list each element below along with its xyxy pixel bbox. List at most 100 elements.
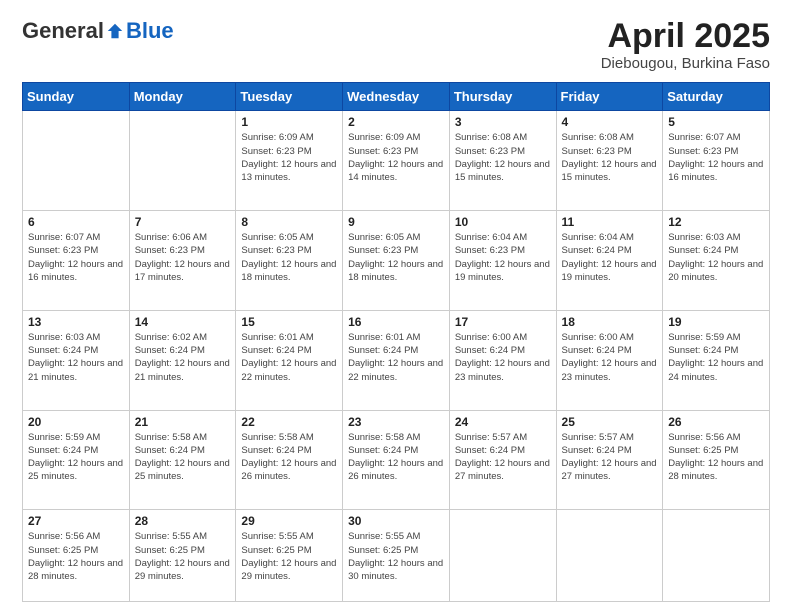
day-number: 6	[28, 215, 124, 229]
day-number: 9	[348, 215, 444, 229]
calendar-cell: 17Sunrise: 6:00 AM Sunset: 6:24 PM Dayli…	[449, 310, 556, 410]
weekday-header: Friday	[556, 83, 663, 111]
day-info: Sunrise: 6:01 AM Sunset: 6:24 PM Dayligh…	[348, 331, 444, 384]
calendar-cell: 19 Sunrise: 5:59 AM Sunset: 6:24 PM Dayli…	[663, 310, 770, 410]
calendar-cell: 16 Sunrise: 6:01 AM Sunset: 6:24 PM Dayli…	[343, 310, 450, 410]
calendar-cell: 13Sunrise: 6:03 AM Sunset: 6:24 PM Dayli…	[23, 310, 130, 410]
header: General Blue April 2025 Diebougou, Burki…	[22, 18, 770, 72]
day-number: 12	[668, 215, 764, 229]
day-number: 29	[241, 514, 337, 528]
day-info: Sunrise: 6:05 AM Sunset: 6:23 PM Dayligh…	[241, 231, 337, 284]
calendar-cell: 4 Sunrise: 6:08 AM Sunset: 6:23 PM Daylig…	[556, 111, 663, 211]
calendar-cell: 22 Sunrise: 5:58 AM Sunset: 6:24 PM Dayli…	[236, 410, 343, 510]
day-info: Sunrise: 6:08 AM Sunset: 6:23 PM Dayligh…	[455, 131, 551, 184]
logo-icon	[106, 22, 124, 40]
calendar-cell: 26 Sunrise: 5:56 AM Sunset: 6:25 PM Dayli…	[663, 410, 770, 510]
calendar-cell: 15 Sunrise: 6:01 AM Sunset: 6:24 PM Dayli…	[236, 310, 343, 410]
logo: General Blue	[22, 18, 174, 44]
day-info: Sunrise: 5:57 AM Sunset: 6:24 PM Dayligh…	[562, 431, 658, 484]
day-info: Sunrise: 5:56 AM Sunset: 6:25 PM Dayligh…	[28, 530, 124, 583]
day-number: 13	[28, 315, 124, 329]
month-title: April 2025	[601, 18, 770, 55]
day-number: 17	[455, 315, 551, 329]
day-number: 1	[241, 115, 337, 129]
day-number: 27	[28, 514, 124, 528]
day-info: Sunrise: 5:55 AM Sunset: 6:25 PM Dayligh…	[348, 530, 444, 583]
day-number: 18	[562, 315, 658, 329]
day-info: Sunrise: 5:57 AM Sunset: 6:24 PM Dayligh…	[455, 431, 551, 484]
calendar-cell: 21 Sunrise: 5:58 AM Sunset: 6:24 PM Dayli…	[129, 410, 236, 510]
day-number: 26	[668, 415, 764, 429]
logo-general-text: General	[22, 18, 104, 44]
calendar-cell: 7Sunrise: 6:06 AM Sunset: 6:23 PM Daylig…	[129, 211, 236, 311]
day-number: 22	[241, 415, 337, 429]
weekday-header: Thursday	[449, 83, 556, 111]
day-number: 8	[241, 215, 337, 229]
day-info: Sunrise: 5:58 AM Sunset: 6:24 PM Dayligh…	[241, 431, 337, 484]
day-number: 19	[668, 315, 764, 329]
calendar-cell	[556, 510, 663, 602]
day-info: Sunrise: 6:06 AM Sunset: 6:23 PM Dayligh…	[135, 231, 231, 284]
logo-blue-text: Blue	[126, 18, 174, 44]
calendar-cell: 2 Sunrise: 6:09 AM Sunset: 6:23 PM Daylig…	[343, 111, 450, 211]
calendar-cell: 9 Sunrise: 6:05 AM Sunset: 6:23 PM Daylig…	[343, 211, 450, 311]
day-info: Sunrise: 5:58 AM Sunset: 6:24 PM Dayligh…	[135, 431, 231, 484]
day-number: 4	[562, 115, 658, 129]
day-info: Sunrise: 6:02 AM Sunset: 6:24 PM Dayligh…	[135, 331, 231, 384]
day-info: Sunrise: 5:59 AM Sunset: 6:24 PM Dayligh…	[28, 431, 124, 484]
calendar-cell: 18 Sunrise: 6:00 AM Sunset: 6:24 PM Dayli…	[556, 310, 663, 410]
calendar-cell: 23 Sunrise: 5:58 AM Sunset: 6:24 PM Dayli…	[343, 410, 450, 510]
day-info: Sunrise: 6:04 AM Sunset: 6:23 PM Dayligh…	[455, 231, 551, 284]
calendar-cell: 1Sunrise: 6:09 AM Sunset: 6:23 PM Daylig…	[236, 111, 343, 211]
day-info: Sunrise: 6:09 AM Sunset: 6:23 PM Dayligh…	[348, 131, 444, 184]
day-number: 15	[241, 315, 337, 329]
day-info: Sunrise: 6:05 AM Sunset: 6:23 PM Dayligh…	[348, 231, 444, 284]
calendar-cell	[449, 510, 556, 602]
day-number: 24	[455, 415, 551, 429]
calendar-cell	[129, 111, 236, 211]
day-info: Sunrise: 6:07 AM Sunset: 6:23 PM Dayligh…	[668, 131, 764, 184]
day-info: Sunrise: 6:08 AM Sunset: 6:23 PM Dayligh…	[562, 131, 658, 184]
calendar-cell: 12 Sunrise: 6:03 AM Sunset: 6:24 PM Dayli…	[663, 211, 770, 311]
day-number: 20	[28, 415, 124, 429]
day-info: Sunrise: 5:56 AM Sunset: 6:25 PM Dayligh…	[668, 431, 764, 484]
weekday-header: Wednesday	[343, 83, 450, 111]
day-info: Sunrise: 5:55 AM Sunset: 6:25 PM Dayligh…	[135, 530, 231, 583]
day-number: 16	[348, 315, 444, 329]
day-info: Sunrise: 6:03 AM Sunset: 6:24 PM Dayligh…	[668, 231, 764, 284]
day-info: Sunrise: 6:01 AM Sunset: 6:24 PM Dayligh…	[241, 331, 337, 384]
calendar-cell: 27 Sunrise: 5:56 AM Sunset: 6:25 PM Dayli…	[23, 510, 130, 602]
location: Diebougou, Burkina Faso	[601, 55, 770, 72]
day-number: 25	[562, 415, 658, 429]
calendar-cell: 29 Sunrise: 5:55 AM Sunset: 6:25 PM Dayli…	[236, 510, 343, 602]
day-number: 30	[348, 514, 444, 528]
weekday-header: Sunday	[23, 83, 130, 111]
day-info: Sunrise: 5:58 AM Sunset: 6:24 PM Dayligh…	[348, 431, 444, 484]
weekday-header: Monday	[129, 83, 236, 111]
day-number: 28	[135, 514, 231, 528]
calendar-cell: 24 Sunrise: 5:57 AM Sunset: 6:24 PM Dayli…	[449, 410, 556, 510]
day-number: 21	[135, 415, 231, 429]
day-number: 5	[668, 115, 764, 129]
calendar-cell: 3Sunrise: 6:08 AM Sunset: 6:23 PM Daylig…	[449, 111, 556, 211]
calendar-cell: 25 Sunrise: 5:57 AM Sunset: 6:24 PM Dayli…	[556, 410, 663, 510]
calendar-cell: 30 Sunrise: 5:55 AM Sunset: 6:25 PM Dayli…	[343, 510, 450, 602]
title-block: April 2025 Diebougou, Burkina Faso	[601, 18, 770, 72]
calendar-cell: 20 Sunrise: 5:59 AM Sunset: 6:24 PM Dayli…	[23, 410, 130, 510]
calendar-cell: 10 Sunrise: 6:04 AM Sunset: 6:23 PM Dayli…	[449, 211, 556, 311]
weekday-header: Tuesday	[236, 83, 343, 111]
day-number: 10	[455, 215, 551, 229]
day-info: Sunrise: 5:59 AM Sunset: 6:24 PM Dayligh…	[668, 331, 764, 384]
calendar-cell: 5 Sunrise: 6:07 AM Sunset: 6:23 PM Daylig…	[663, 111, 770, 211]
day-info: Sunrise: 6:00 AM Sunset: 6:24 PM Dayligh…	[562, 331, 658, 384]
day-number: 23	[348, 415, 444, 429]
day-number: 14	[135, 315, 231, 329]
calendar-cell: 6Sunrise: 6:07 AM Sunset: 6:23 PM Daylig…	[23, 211, 130, 311]
day-number: 2	[348, 115, 444, 129]
calendar-cell	[663, 510, 770, 602]
weekday-header: Saturday	[663, 83, 770, 111]
day-info: Sunrise: 6:04 AM Sunset: 6:24 PM Dayligh…	[562, 231, 658, 284]
calendar-cell	[23, 111, 130, 211]
day-info: Sunrise: 5:55 AM Sunset: 6:25 PM Dayligh…	[241, 530, 337, 583]
calendar-cell: 8 Sunrise: 6:05 AM Sunset: 6:23 PM Daylig…	[236, 211, 343, 311]
